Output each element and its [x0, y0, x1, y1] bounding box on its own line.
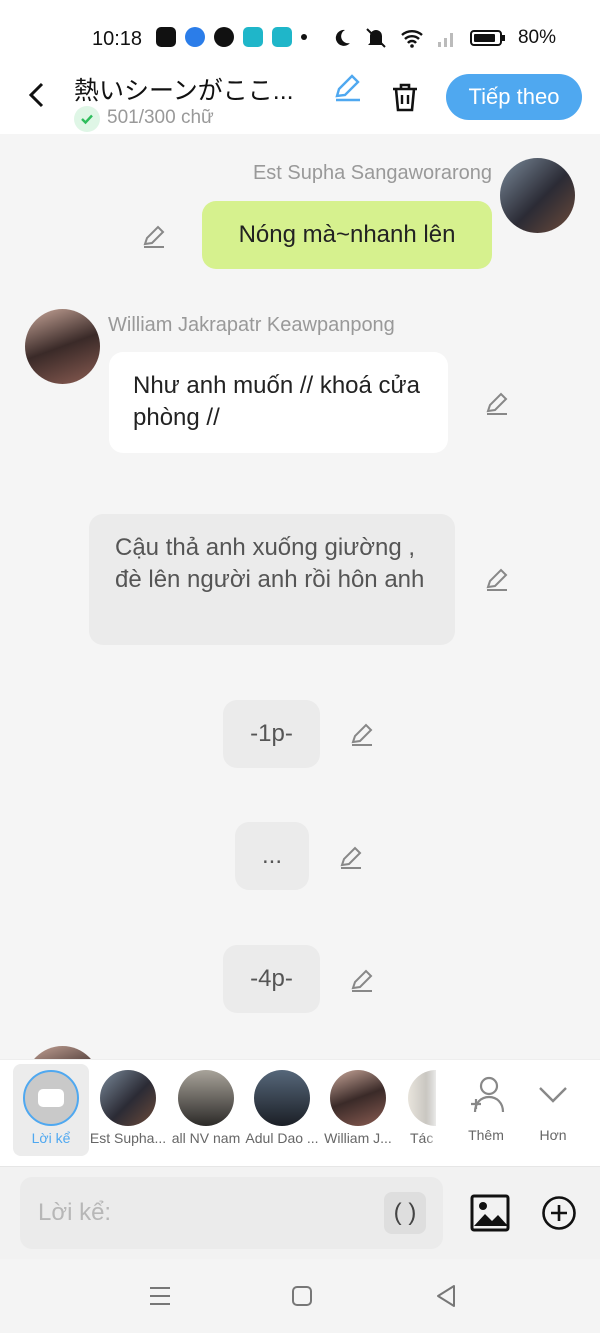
battery-percent: 80%	[517, 27, 556, 48]
add-person-icon	[471, 1076, 505, 1113]
back-arrow-icon[interactable]	[26, 82, 50, 108]
add-label: Thêm	[468, 1127, 504, 1143]
avatar[interactable]	[25, 309, 100, 384]
character-avatar	[330, 1070, 386, 1126]
character-item[interactable]: Adul Dao ...	[244, 1068, 320, 1146]
sender-name: Est Supha Sangaworarong	[252, 162, 492, 184]
system-icons: 80%	[332, 27, 556, 49]
moon-icon	[335, 29, 350, 46]
battery-icon	[469, 30, 505, 46]
sender-name: William Jakrapatr Keawpanpong	[108, 314, 395, 336]
notification-icons	[156, 27, 307, 47]
status-time: 10:18	[92, 28, 143, 50]
app-notification-icon	[156, 27, 176, 47]
character-selector: Lời kể Est Supha... all NV nam Adul Dao …	[0, 1059, 600, 1167]
character-item[interactable]: Est Supha...	[88, 1068, 168, 1146]
character-avatar	[178, 1070, 234, 1126]
signal-icon	[437, 33, 453, 47]
more-label: Hơn	[539, 1127, 567, 1143]
character-label: Lời kể	[31, 1130, 71, 1146]
check-icon	[74, 106, 100, 132]
avatar[interactable]	[500, 158, 575, 233]
character-fade	[426, 1060, 440, 1166]
edit-message-icon[interactable]	[484, 390, 510, 416]
message-bubble[interactable]: Nóng mà~nhanh lên	[202, 201, 492, 269]
pinterest-icon	[214, 27, 234, 47]
shop-icon	[243, 27, 263, 47]
character-label: all NV nam	[171, 1130, 241, 1146]
input-bar: ( )	[0, 1166, 600, 1259]
character-item[interactable]: William J...	[318, 1068, 398, 1146]
chat-area[interactable]: Est Supha Sangaworarong Nóng mà~nhanh lê…	[0, 134, 600, 1059]
narration-bubble[interactable]: -4p-	[223, 945, 320, 1013]
menu-icon[interactable]	[148, 1285, 172, 1307]
edit-message-icon[interactable]	[484, 566, 510, 592]
narration-bubble[interactable]: ...	[235, 822, 309, 890]
character-label: Adul Dao ...	[245, 1130, 319, 1146]
more-button[interactable]: Hơn	[525, 1074, 581, 1143]
edit-message-icon[interactable]	[349, 721, 375, 747]
edit-title-icon[interactable]	[332, 72, 362, 102]
narration-bubble[interactable]: -1p-	[223, 700, 320, 768]
mute-icon	[366, 28, 386, 48]
editor-header: 熱いシーンがここ... 501/300 chữ Tiếp theo	[0, 70, 600, 134]
chevron-down-icon	[539, 1087, 567, 1103]
back-nav-icon[interactable]	[434, 1283, 458, 1309]
word-count: 501/300 chữ	[107, 107, 214, 128]
character-label: William J...	[324, 1130, 392, 1146]
character-item[interactable]: all NV nam	[168, 1068, 244, 1146]
wifi-icon	[401, 30, 423, 48]
trash-icon[interactable]	[390, 82, 420, 112]
narration-icon	[23, 1070, 79, 1126]
character-narrator[interactable]: Lời kể	[15, 1068, 87, 1146]
message-bubble[interactable]: Như anh muốn // khoá cửa phòng //	[109, 352, 448, 453]
edit-message-icon[interactable]	[141, 223, 167, 249]
dot-icon	[301, 34, 307, 40]
status-bar: 10:18 80%	[0, 0, 600, 70]
next-button[interactable]: Tiếp theo	[446, 74, 582, 120]
character-label: Est Supha...	[89, 1130, 167, 1146]
avatar[interactable]	[25, 1046, 100, 1059]
edit-message-icon[interactable]	[338, 844, 364, 870]
add-character-button[interactable]: Thêm	[455, 1074, 517, 1143]
narration-input[interactable]	[20, 1177, 443, 1249]
shop-icon-2	[272, 27, 292, 47]
add-circle-icon[interactable]	[541, 1195, 577, 1231]
system-nav-bar	[0, 1259, 600, 1333]
character-avatar	[100, 1070, 156, 1126]
edit-message-icon[interactable]	[349, 967, 375, 993]
narration-bubble[interactable]: Cậu thả anh xuống giường , đè lên người …	[89, 514, 455, 645]
messenger-icon	[185, 27, 205, 47]
home-icon[interactable]	[291, 1285, 313, 1307]
image-icon[interactable]	[470, 1194, 510, 1232]
parenthesis-button[interactable]: ( )	[384, 1192, 426, 1234]
character-avatar	[254, 1070, 310, 1126]
story-title: 熱いシーンがここ...	[74, 77, 294, 105]
